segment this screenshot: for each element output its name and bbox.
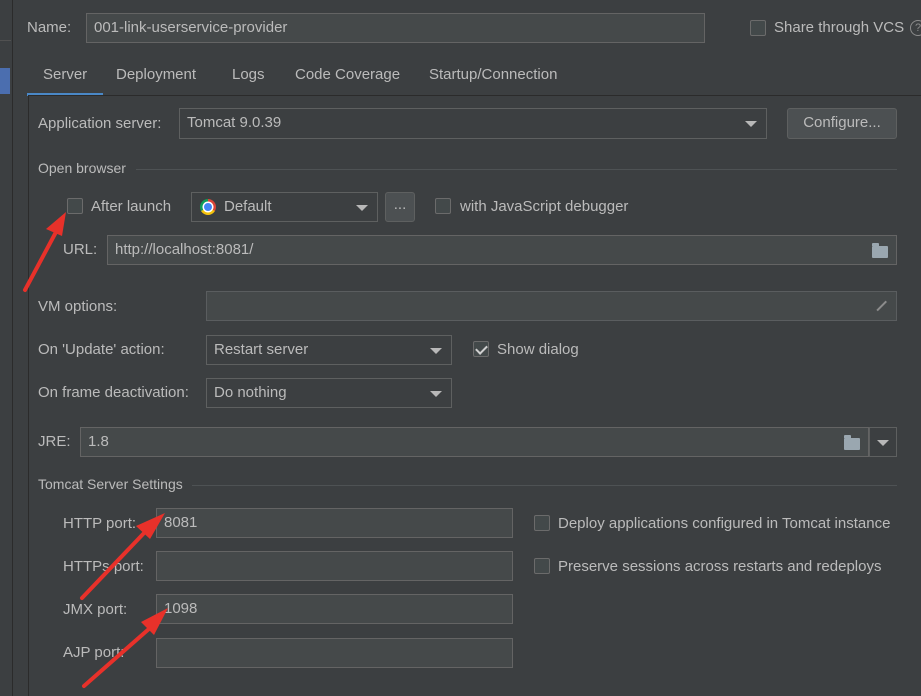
annotation-overlay — [23, 212, 168, 688]
red-arrow-annotation — [82, 608, 168, 688]
red-arrow-annotation — [23, 212, 66, 292]
run-configuration-dialog: Name: 001-link-userservice-provider Shar… — [0, 0, 921, 696]
red-arrow-annotation — [80, 513, 165, 600]
